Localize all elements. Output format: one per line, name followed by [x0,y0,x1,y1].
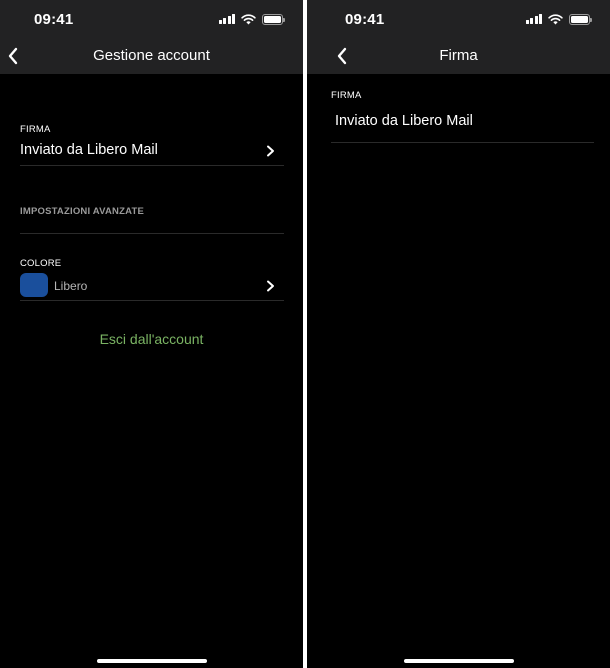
logout-button[interactable]: Esci dall'account [0,331,303,347]
page-title: Gestione account [93,47,210,64]
color-section-label: COLORE [20,258,62,269]
color-name: Libero [54,279,88,293]
chevron-right-icon [267,145,274,157]
signature-section-label: FIRMA [20,124,51,135]
chevron-right-icon [267,280,274,292]
status-time: 09:41 [345,11,385,28]
status-icons [218,13,285,25]
cellular-signal-icon [525,14,542,24]
nav-bar: Firma [307,40,610,72]
divider [20,233,284,234]
signature-text-value[interactable]: Inviato da Libero Mail [335,113,473,129]
account-management-screen: 09:41 Gestione account FIRMA Inviato da … [0,0,303,668]
signature-row[interactable]: Inviato da Libero Mail [20,136,284,166]
signature-text-field[interactable]: Inviato da Libero Mail [331,107,594,143]
cellular-signal-icon [218,14,235,24]
signature-section-label: FIRMA [331,90,362,101]
status-bar: 09:41 [0,0,303,38]
nav-bar: Gestione account [0,40,303,72]
wifi-icon [548,13,563,24]
color-swatch [20,273,48,297]
top-bar: 09:41 Firma [307,0,610,74]
page-title: Firma [439,47,478,64]
signature-value: Inviato da Libero Mail [20,142,158,158]
wifi-icon [241,13,256,24]
top-bar: 09:41 Gestione account [0,0,303,74]
advanced-settings-label[interactable]: IMPOSTAZIONI AVANZATE [20,206,144,217]
battery-icon [262,13,285,25]
home-indicator[interactable] [96,659,207,663]
signature-screen: 09:41 Firma FIRMA Inviato da Libero Mail [307,0,610,668]
status-bar: 09:41 [307,0,610,38]
battery-icon [569,13,592,25]
home-indicator[interactable] [403,659,514,663]
status-time: 09:41 [34,11,74,28]
status-icons [525,13,592,25]
color-row[interactable]: Libero [20,271,284,301]
